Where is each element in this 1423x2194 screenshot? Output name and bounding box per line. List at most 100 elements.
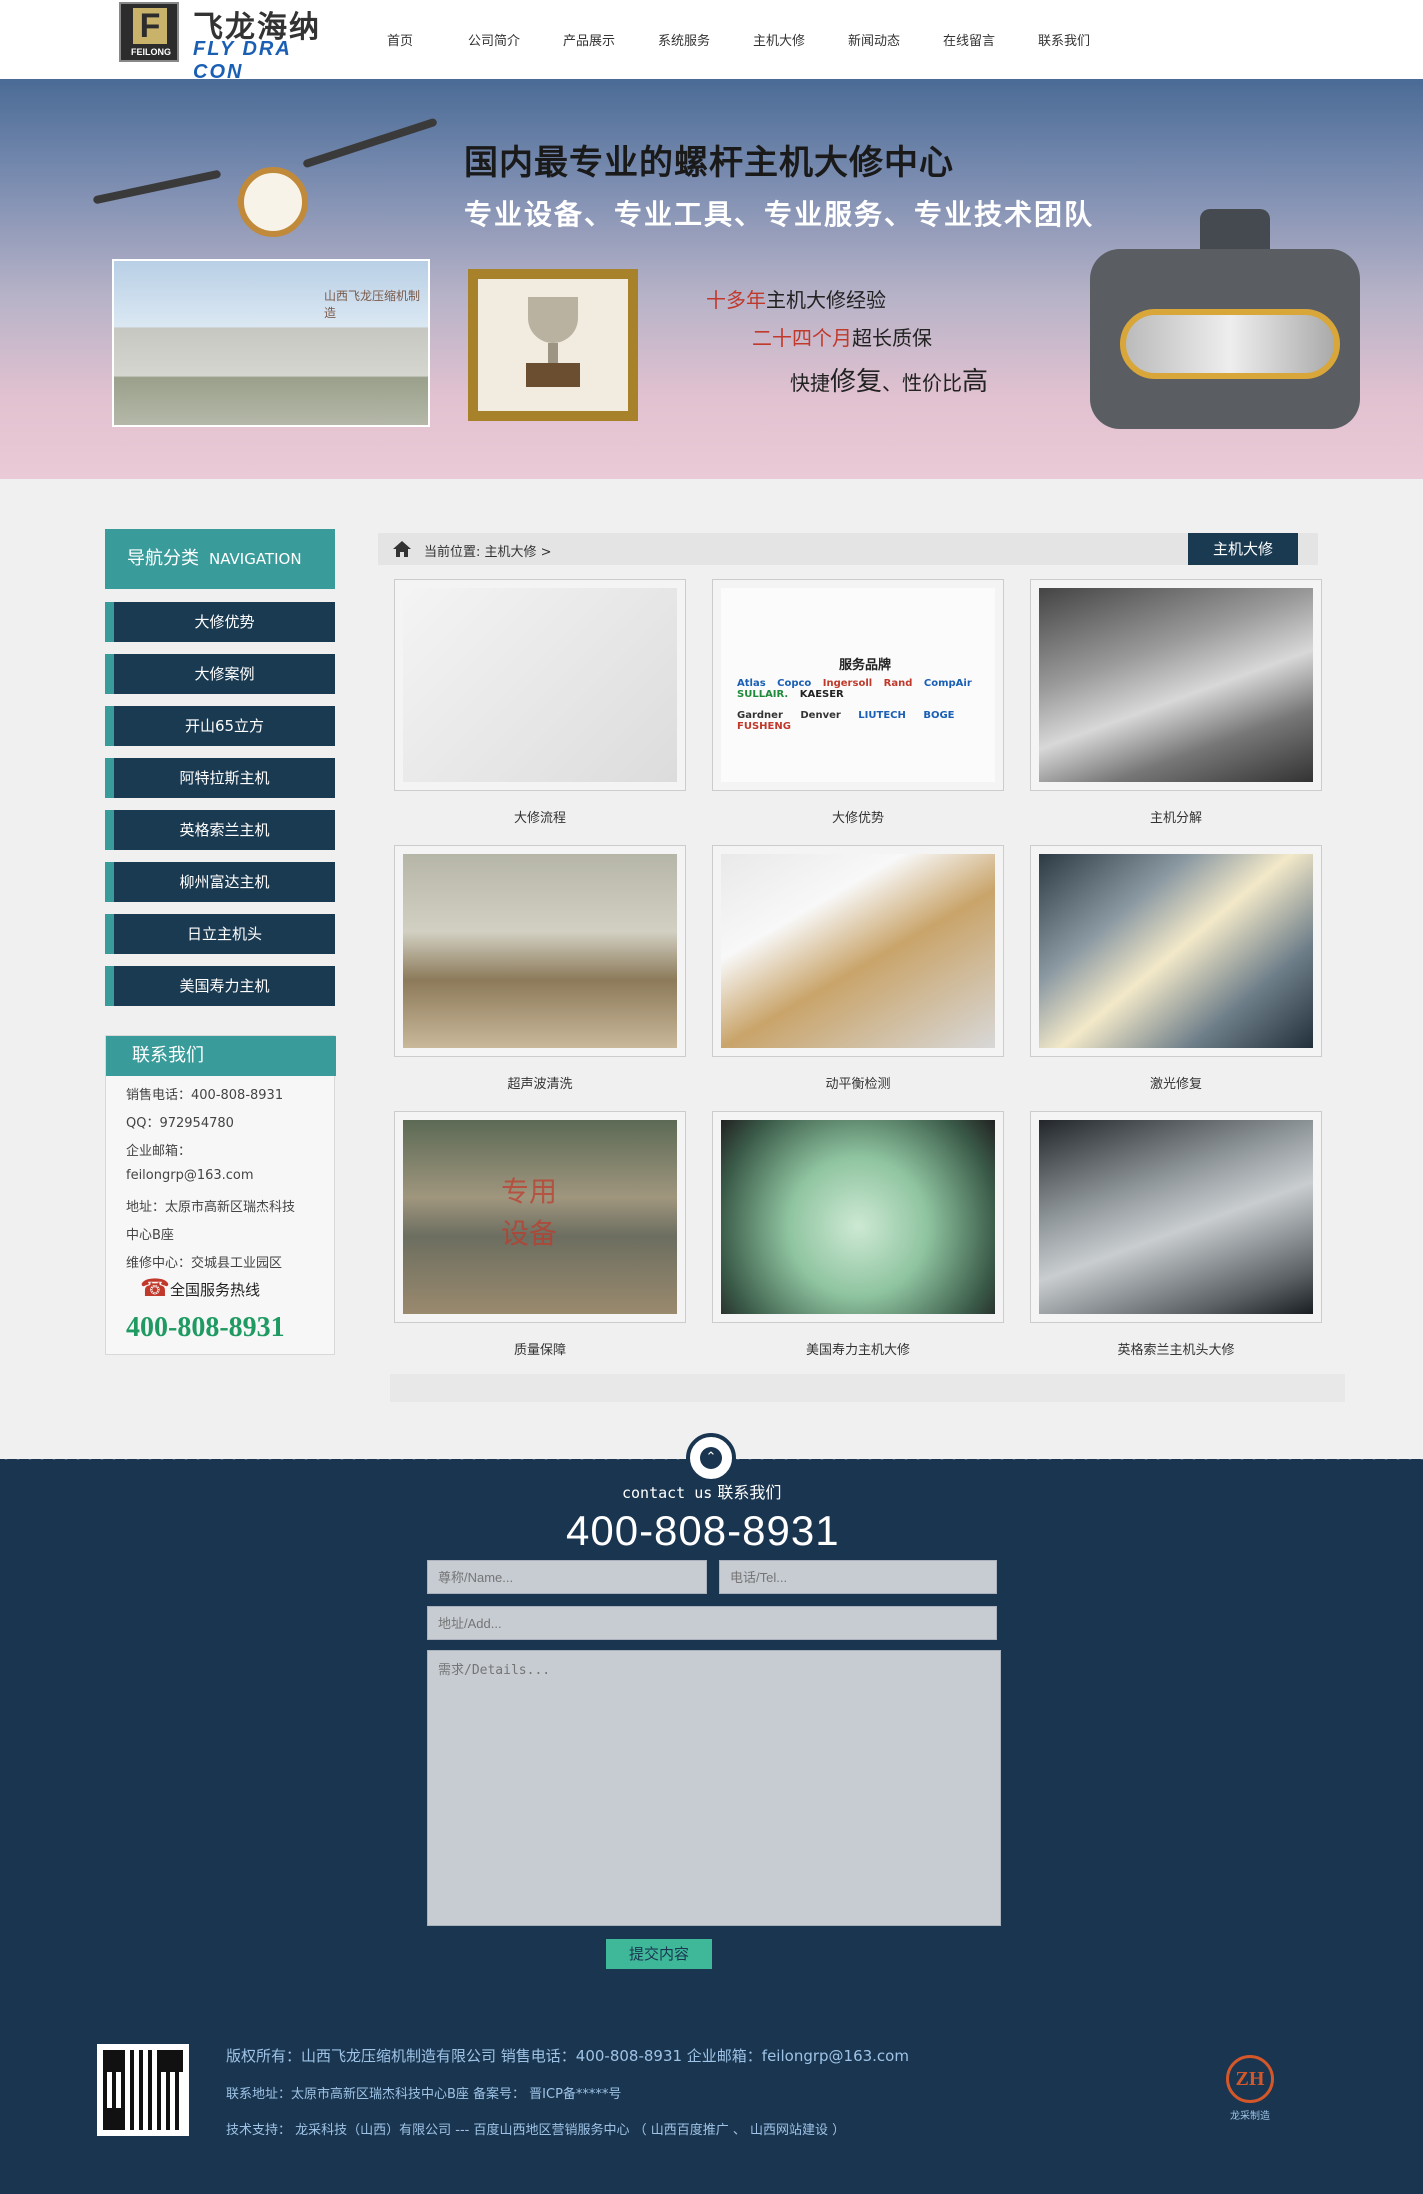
card-frame: [1030, 1111, 1322, 1323]
card-frame: [394, 579, 686, 791]
feature-highlight: 修复: [830, 367, 883, 397]
submit-button[interactable]: 提交内容: [606, 1939, 712, 1969]
trophy-base: [526, 363, 580, 387]
trophy-frame-illustration: [468, 269, 638, 421]
brand-liutech: LIUTECH: [858, 710, 906, 721]
factory-photo: 山西飞龙压缩机制造: [112, 259, 430, 427]
quality-equipment-photo: 专用 设备: [403, 1120, 677, 1314]
card-caption[interactable]: 英格索兰主机头大修: [1030, 1339, 1322, 1358]
banner-feature-1: 十多年主机大修经验: [706, 284, 886, 313]
feature-text: 超长质保: [852, 326, 932, 350]
card-caption[interactable]: 动平衡检测: [712, 1073, 1004, 1092]
home-icon[interactable]: [392, 540, 412, 558]
nav-services[interactable]: 系统服务: [658, 30, 710, 49]
nav-home[interactable]: 首页: [387, 30, 413, 49]
card-frame: [712, 845, 1004, 1057]
name-input[interactable]: [427, 1560, 707, 1594]
logo-mark: F FEILONG: [119, 2, 179, 62]
developer-logo[interactable]: ZH 龙采制造: [1220, 2055, 1280, 2122]
sidebar-item-kaishan[interactable]: 开山65立方: [105, 706, 335, 746]
site-header: F FEILONG 飞龙海纳 FLY DRA CON 首页 公司简介 产品展示 …: [0, 0, 1423, 83]
ingersoll-airend-photo: [1039, 1120, 1313, 1314]
gallery-card[interactable]: 激光修复: [1030, 845, 1322, 1092]
nav-contact[interactable]: 联系我们: [1038, 30, 1090, 49]
nav-about[interactable]: 公司简介: [468, 30, 520, 49]
back-to-top-button[interactable]: ⌃: [686, 1433, 736, 1483]
contact-heading: 联系我们: [106, 1036, 336, 1076]
contact-sales: 销售电话：400-808-8931: [126, 1088, 284, 1103]
card-caption[interactable]: 激光修复: [1030, 1073, 1322, 1092]
gallery-card[interactable]: 专用 设备 质量保障: [394, 1111, 686, 1358]
qr-code-pattern: [103, 2050, 183, 2130]
address-input[interactable]: [427, 1606, 997, 1640]
contact-repair: 维修中心：交城县工业园区: [126, 1256, 283, 1271]
sidebar-item-advantage[interactable]: 大修优势: [105, 602, 335, 642]
feature-highlight: 十多年: [706, 288, 766, 312]
footer-support[interactable]: 技术支持： 龙采科技（山西）有限公司 --- 百度山西地区营销服务中心 （ 山西…: [226, 2119, 845, 2138]
plane-illustration: [302, 117, 438, 169]
card-caption[interactable]: 美国寿力主机大修: [712, 1339, 1004, 1358]
screw-compressor-illustration: [1090, 209, 1360, 429]
disassembly-photo: [1039, 588, 1313, 782]
gallery-card[interactable]: 超声波清洗: [394, 845, 686, 1092]
card-caption[interactable]: 超声波清洗: [394, 1073, 686, 1092]
sidebar-item-fusheng[interactable]: 柳州富达主机: [105, 862, 335, 902]
brand-image-title: 服务品牌: [839, 658, 892, 673]
gallery-card[interactable]: 服务品牌 Atlas Copco Ingersoll Rand CompAir …: [712, 579, 1004, 826]
sidebar-contact: 联系我们 销售电话：400-808-8931 QQ：972954780 企业邮箱…: [105, 1035, 336, 1355]
contact-email[interactable]: feilongrp@163.com: [126, 1168, 254, 1183]
sidebar-heading-cn: 导航分类: [127, 548, 199, 569]
sidebar-heading-en: NAVIGATION: [209, 550, 302, 568]
sidebar-item-ingersoll[interactable]: 英格索兰主机: [105, 810, 335, 850]
contact-heading-en: contact us: [622, 1484, 713, 1502]
footer-address: 联系地址：太原市高新区瑞杰科技中心B座 备案号： 晋ICP备*****号: [226, 2087, 622, 2102]
banner-feature-3: 快捷修复、性价比高: [790, 361, 988, 398]
breadcrumb-tag: 主机大修: [1188, 533, 1298, 565]
compressor-screw: [1120, 309, 1340, 379]
contact-qq: QQ：972954780: [126, 1116, 234, 1131]
tel-input[interactable]: [719, 1560, 997, 1594]
card-caption[interactable]: 大修优势: [712, 807, 1004, 826]
breadcrumb-path: 当前位置: 主机大修 >: [424, 541, 552, 560]
contact-address-cont: 中心B座: [126, 1228, 174, 1243]
arrow-up-icon: ⌃: [700, 1447, 722, 1469]
gallery-card[interactable]: 主机分解: [1030, 579, 1322, 826]
gallery-panel: 大修流程 服务品牌 Atlas Copco Ingersoll Rand Com…: [390, 577, 1345, 1402]
banner-subtitle: 专业设备、专业工具、专业服务、专业技术团队: [464, 199, 1095, 230]
card-caption[interactable]: 大修流程: [394, 807, 686, 826]
feature-highlight: 高: [962, 367, 989, 397]
gallery-card[interactable]: 大修流程: [394, 579, 686, 826]
logo-english-name: FLY DRA CON: [193, 38, 292, 83]
hotline-number: 400-808-8931: [126, 1312, 285, 1343]
gallery-card[interactable]: 美国寿力主机大修: [712, 1111, 1004, 1358]
sidebar-item-sullair[interactable]: 美国寿力主机: [105, 966, 335, 1006]
sidebar-item-cases[interactable]: 大修案例: [105, 654, 335, 694]
nav-overhaul[interactable]: 主机大修: [753, 30, 805, 49]
banner-feature-2: 二十四个月超长质保: [752, 322, 932, 351]
sidebar-item-atlas[interactable]: 阿特拉斯主机: [105, 758, 335, 798]
banner-title: 国内最专业的螺杆主机大修中心: [464, 144, 954, 182]
brand-row: Gardner Denver LIUTECH BOGE FUSHENG: [737, 710, 995, 732]
details-textarea[interactable]: [427, 1650, 1001, 1926]
gallery-card[interactable]: 英格索兰主机头大修: [1030, 1111, 1322, 1358]
site-logo[interactable]: F FEILONG 飞龙海纳 FLY DRA CON: [119, 0, 344, 83]
contact-heading-cn: 联系我们: [717, 1483, 782, 1502]
nav-news[interactable]: 新闻动态: [848, 30, 900, 49]
card-frame: [394, 845, 686, 1057]
gallery-card[interactable]: 动平衡检测: [712, 845, 1004, 1092]
card-caption[interactable]: 主机分解: [1030, 807, 1322, 826]
logo-small-text: FEILONG: [131, 47, 171, 57]
gallery-bottom-bar: [390, 1374, 1345, 1402]
brand-compair: CompAir: [923, 678, 972, 689]
sidebar-item-hitachi[interactable]: 日立主机头: [105, 914, 335, 954]
balance-test-photo: [721, 854, 995, 1048]
nav-message[interactable]: 在线留言: [943, 30, 995, 49]
brand-boge: BOGE: [923, 710, 955, 721]
card-frame: [712, 1111, 1004, 1323]
quality-text: 设备: [501, 1219, 558, 1250]
brand-atlas: Atlas Copco: [737, 678, 812, 689]
nav-products[interactable]: 产品展示: [563, 30, 615, 49]
card-caption[interactable]: 质量保障: [394, 1339, 686, 1358]
breadcrumb-current[interactable]: 主机大修 >: [485, 545, 552, 560]
footer-contact-heading: contact us 联系我们: [622, 1479, 781, 1503]
